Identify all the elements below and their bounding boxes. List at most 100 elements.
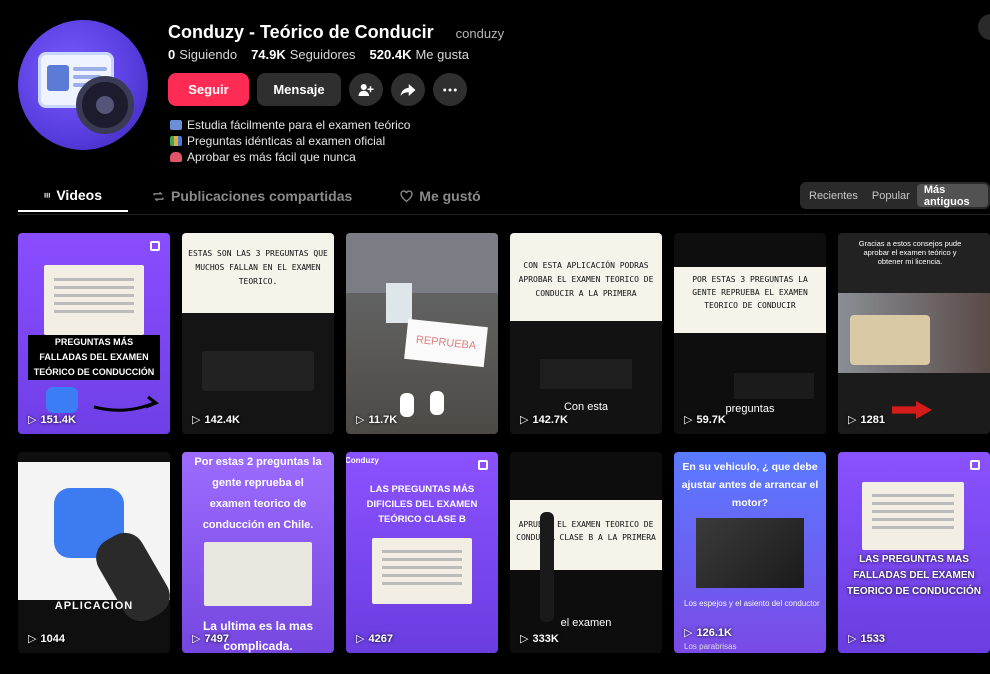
sort-recent[interactable]: Recientes — [802, 184, 865, 207]
video-caption: APLICACION — [54, 600, 134, 612]
view-count: ▷ 1044 — [28, 632, 65, 646]
more-icon — [443, 88, 457, 91]
video-tile[interactable]: En su vehiculo, ¿ que debe ajustar antes… — [674, 452, 826, 653]
video-tile[interactable]: ESTAS SON LAS 3 PREGUNTAS QUE MUCHOS FAL… — [182, 233, 334, 434]
play-icon: ▷ — [520, 414, 529, 426]
video-caption: CON ESTA APLICACIÓN PODRAS APROBAR EL EX… — [510, 233, 662, 321]
view-count: ▷ 126.1K — [684, 626, 732, 640]
exam-paper-image — [44, 265, 144, 335]
sort-oldest[interactable]: Más antiguos — [916, 184, 988, 208]
profile-handle: conduzy — [455, 26, 505, 41]
sock-image — [400, 393, 414, 417]
video-caption: En su vehiculo, ¿ que debe ajustar antes… — [681, 461, 819, 509]
video-tile[interactable]: Gracias a estos consejos pude aprobar el… — [838, 233, 990, 434]
video-caption: PREGUNTAS MÁS FALLADAS DEL EXAMEN TEÓRIC… — [28, 335, 160, 380]
keyboard-image — [540, 359, 632, 389]
share-button[interactable] — [391, 73, 425, 106]
following-stat[interactable]: 0 Siguiendo — [168, 47, 237, 62]
play-icon: ▷ — [684, 414, 693, 426]
video-tile[interactable]: APRUEBE EL EXAMEN TEORICO DE CONDUCIR CL… — [510, 452, 662, 653]
play-icon: ▷ — [192, 633, 201, 645]
play-icon: ▷ — [28, 414, 37, 426]
car-interior-image — [696, 518, 804, 588]
answer-option-2: Los parabrisas — [684, 642, 737, 651]
video-caption: APRUEBE EL EXAMEN TEORICO DE CONDUCIR CL… — [510, 500, 662, 570]
video-tile[interactable]: POR ESTAS 3 PREGUNTAS LA GENTE REPRUEBA … — [674, 233, 826, 434]
add-friend-button[interactable] — [349, 73, 383, 106]
likes-stat: 520.4K Me gusta — [369, 47, 469, 62]
keyboard-image — [202, 351, 314, 391]
finger-image — [540, 512, 554, 622]
avatar[interactable] — [18, 20, 148, 150]
play-icon: ▷ — [192, 414, 201, 426]
id-card-icon — [170, 120, 182, 130]
more-options-button[interactable] — [433, 73, 467, 106]
play-icon: ▷ — [684, 627, 693, 639]
multi-photo-icon — [150, 241, 160, 251]
video-tile[interactable]: LAS PREGUNTAS MAS FALLADAS DEL EXAMEN TE… — [838, 452, 990, 653]
video-tile[interactable]: CON ESTA APLICACIÓN PODRAS APROBAR EL EX… — [510, 233, 662, 434]
view-count: ▷ 59.7K — [684, 413, 726, 427]
red-arrow-icon — [892, 401, 932, 419]
view-count: ▷ 1533 — [848, 632, 885, 646]
video-tile[interactable]: REPRUEBA ▷ 11.7K — [346, 233, 498, 434]
profile-name: Conduzy - Teórico de Conducir — [168, 22, 434, 42]
sort-selector: Recientes Popular Más antiguos — [800, 182, 990, 209]
license-photo — [850, 315, 930, 365]
exam-paper-image — [862, 482, 964, 550]
play-icon: ▷ — [520, 633, 529, 645]
answer-option-1: Los espejos y el asiento del conductor — [684, 599, 820, 608]
add-user-icon — [358, 83, 374, 96]
exam-paper-image — [372, 538, 472, 604]
message-button[interactable]: Mensaje — [257, 73, 341, 106]
follow-button[interactable]: Seguir — [168, 73, 249, 106]
multi-photo-icon — [970, 460, 980, 470]
sock-image — [430, 391, 444, 415]
video-subtitle: el examen — [560, 617, 612, 629]
arrow-icon — [93, 395, 160, 412]
grid-icon — [44, 192, 50, 198]
play-icon: ▷ — [356, 414, 365, 426]
video-tile[interactable]: Conduzy LAS PREGUNTAS MÁS DIFICILES DEL … — [346, 452, 498, 653]
video-caption: ESTAS SON LAS 3 PREGUNTAS QUE MUCHOS FAL… — [182, 233, 334, 313]
video-subtitle: Con esta — [563, 401, 609, 413]
view-count: ▷ 333K — [520, 632, 559, 646]
screenshot-image — [204, 542, 312, 606]
tab-liked[interactable]: Me gustó — [376, 180, 504, 212]
play-icon: ▷ — [848, 633, 857, 645]
car-icon — [170, 152, 182, 162]
multi-photo-icon — [478, 460, 488, 470]
video-tile[interactable]: PREGUNTAS MÁS FALLADAS DEL EXAMEN TEÓRIC… — [18, 233, 170, 434]
video-caption: LAS PREGUNTAS MÁS DIFICILES DEL EXAMEN T… — [366, 484, 478, 525]
sort-popular[interactable]: Popular — [865, 184, 917, 207]
tab-videos[interactable]: Videos — [18, 180, 128, 212]
view-count: ▷ 11.7K — [356, 413, 398, 427]
wall-image — [346, 233, 498, 293]
video-caption: POR ESTAS 3 PREGUNTAS LA GENTE REPRUEBA … — [674, 267, 826, 333]
view-count: ▷ 151.4K — [28, 413, 76, 427]
share-icon — [400, 83, 416, 96]
play-icon: ▷ — [28, 633, 37, 645]
video-tile[interactable]: Por estas 2 preguntas la gente reprueba … — [182, 452, 334, 653]
play-icon: ▷ — [848, 414, 857, 426]
profile-page: Conduzy - Teórico de Conducir conduzy 0S… — [0, 0, 990, 674]
view-count: ▷ 1281 — [848, 413, 885, 427]
tab-shared-posts[interactable]: Publicaciones compartidas — [128, 180, 376, 212]
profile-tabs: Videos Publicaciones compartidas Me gust… — [18, 180, 505, 214]
books-icon — [170, 136, 182, 146]
app-icon — [46, 387, 78, 413]
view-count: ▷ 7497 — [192, 632, 229, 646]
followers-stat[interactable]: 74.9K Seguidores — [251, 47, 355, 62]
more-corner-button[interactable] — [978, 14, 990, 40]
video-caption: Por estas 2 preguntas la gente reprueba … — [194, 456, 322, 531]
keyboard-image — [734, 373, 814, 399]
video-tile[interactable]: APLICACION ▷ 1044 — [18, 452, 170, 653]
view-count: ▷ 142.7K — [520, 413, 568, 427]
view-count: ▷ 4267 — [356, 632, 393, 646]
heart-icon — [400, 189, 413, 202]
brand-label: Conduzy — [346, 456, 379, 465]
device-image — [386, 283, 412, 323]
profile-stats: 0 Siguiendo 74.9K Seguidores 520.4K Me gust… — [168, 47, 469, 62]
steering-wheel-icon — [76, 76, 134, 134]
repost-icon — [153, 191, 164, 201]
